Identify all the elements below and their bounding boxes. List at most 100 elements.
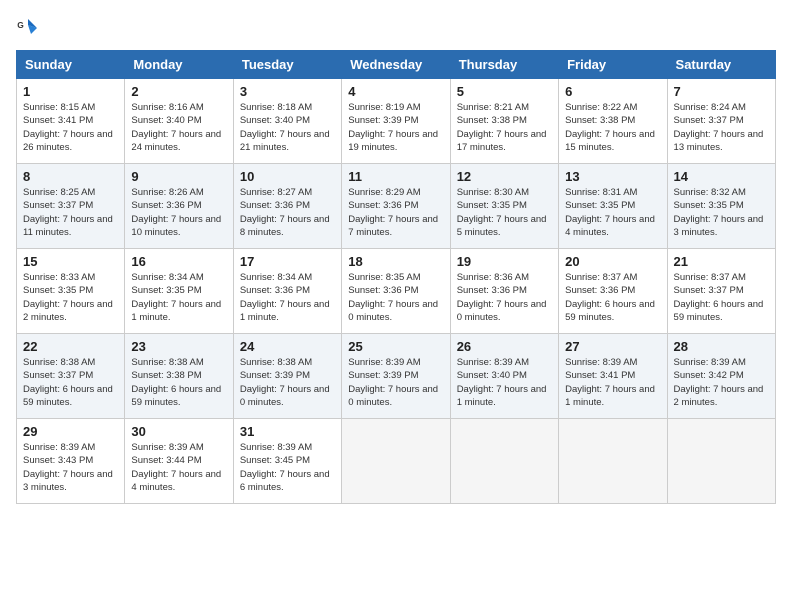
day-number: 17 [240, 254, 335, 269]
calendar-week-row: 8 Sunrise: 8:25 AM Sunset: 3:37 PM Dayli… [17, 164, 776, 249]
day-number: 27 [565, 339, 660, 354]
day-number: 24 [240, 339, 335, 354]
day-number: 14 [674, 169, 769, 184]
day-number: 28 [674, 339, 769, 354]
day-number: 1 [23, 84, 118, 99]
day-detail: Sunrise: 8:35 AM Sunset: 3:36 PM Dayligh… [348, 271, 443, 324]
day-number: 29 [23, 424, 118, 439]
day-detail: Sunrise: 8:27 AM Sunset: 3:36 PM Dayligh… [240, 186, 335, 239]
day-number: 12 [457, 169, 552, 184]
day-number: 22 [23, 339, 118, 354]
day-number: 31 [240, 424, 335, 439]
calendar-day-cell: 22 Sunrise: 8:38 AM Sunset: 3:37 PM Dayl… [17, 334, 125, 419]
calendar-day-cell: 26 Sunrise: 8:39 AM Sunset: 3:40 PM Dayl… [450, 334, 558, 419]
calendar-day-cell: 23 Sunrise: 8:38 AM Sunset: 3:38 PM Dayl… [125, 334, 233, 419]
day-detail: Sunrise: 8:38 AM Sunset: 3:37 PM Dayligh… [23, 356, 118, 409]
calendar-day-cell [342, 419, 450, 504]
calendar-day-cell: 11 Sunrise: 8:29 AM Sunset: 3:36 PM Dayl… [342, 164, 450, 249]
day-number: 25 [348, 339, 443, 354]
logo: G [16, 16, 44, 40]
day-detail: Sunrise: 8:31 AM Sunset: 3:35 PM Dayligh… [565, 186, 660, 239]
day-detail: Sunrise: 8:18 AM Sunset: 3:40 PM Dayligh… [240, 101, 335, 154]
calendar-day-cell: 18 Sunrise: 8:35 AM Sunset: 3:36 PM Dayl… [342, 249, 450, 334]
day-number: 5 [457, 84, 552, 99]
calendar-day-cell: 12 Sunrise: 8:30 AM Sunset: 3:35 PM Dayl… [450, 164, 558, 249]
calendar-day-cell: 5 Sunrise: 8:21 AM Sunset: 3:38 PM Dayli… [450, 79, 558, 164]
calendar-day-cell: 10 Sunrise: 8:27 AM Sunset: 3:36 PM Dayl… [233, 164, 341, 249]
day-detail: Sunrise: 8:19 AM Sunset: 3:39 PM Dayligh… [348, 101, 443, 154]
day-detail: Sunrise: 8:30 AM Sunset: 3:35 PM Dayligh… [457, 186, 552, 239]
calendar-day-cell: 27 Sunrise: 8:39 AM Sunset: 3:41 PM Dayl… [559, 334, 667, 419]
calendar-day-cell: 19 Sunrise: 8:36 AM Sunset: 3:36 PM Dayl… [450, 249, 558, 334]
weekday-header-friday: Friday [559, 51, 667, 79]
calendar-day-cell: 30 Sunrise: 8:39 AM Sunset: 3:44 PM Dayl… [125, 419, 233, 504]
calendar-day-cell [667, 419, 775, 504]
day-number: 9 [131, 169, 226, 184]
day-number: 2 [131, 84, 226, 99]
day-number: 19 [457, 254, 552, 269]
day-detail: Sunrise: 8:39 AM Sunset: 3:45 PM Dayligh… [240, 441, 335, 494]
calendar-day-cell [450, 419, 558, 504]
day-number: 21 [674, 254, 769, 269]
calendar-day-cell: 15 Sunrise: 8:33 AM Sunset: 3:35 PM Dayl… [17, 249, 125, 334]
day-number: 7 [674, 84, 769, 99]
logo-icon: G [16, 16, 40, 40]
day-number: 30 [131, 424, 226, 439]
weekday-header-saturday: Saturday [667, 51, 775, 79]
day-detail: Sunrise: 8:21 AM Sunset: 3:38 PM Dayligh… [457, 101, 552, 154]
day-detail: Sunrise: 8:39 AM Sunset: 3:44 PM Dayligh… [131, 441, 226, 494]
calendar-day-cell: 8 Sunrise: 8:25 AM Sunset: 3:37 PM Dayli… [17, 164, 125, 249]
day-detail: Sunrise: 8:36 AM Sunset: 3:36 PM Dayligh… [457, 271, 552, 324]
day-number: 20 [565, 254, 660, 269]
weekday-header-sunday: Sunday [17, 51, 125, 79]
calendar-day-cell: 21 Sunrise: 8:37 AM Sunset: 3:37 PM Dayl… [667, 249, 775, 334]
day-detail: Sunrise: 8:39 AM Sunset: 3:40 PM Dayligh… [457, 356, 552, 409]
day-number: 26 [457, 339, 552, 354]
calendar-day-cell [559, 419, 667, 504]
day-detail: Sunrise: 8:39 AM Sunset: 3:42 PM Dayligh… [674, 356, 769, 409]
calendar-week-row: 1 Sunrise: 8:15 AM Sunset: 3:41 PM Dayli… [17, 79, 776, 164]
day-number: 18 [348, 254, 443, 269]
calendar-day-cell: 28 Sunrise: 8:39 AM Sunset: 3:42 PM Dayl… [667, 334, 775, 419]
calendar-day-cell: 24 Sunrise: 8:38 AM Sunset: 3:39 PM Dayl… [233, 334, 341, 419]
day-detail: Sunrise: 8:25 AM Sunset: 3:37 PM Dayligh… [23, 186, 118, 239]
weekday-header-thursday: Thursday [450, 51, 558, 79]
day-detail: Sunrise: 8:22 AM Sunset: 3:38 PM Dayligh… [565, 101, 660, 154]
day-number: 11 [348, 169, 443, 184]
day-detail: Sunrise: 8:39 AM Sunset: 3:39 PM Dayligh… [348, 356, 443, 409]
calendar-table: SundayMondayTuesdayWednesdayThursdayFrid… [16, 50, 776, 504]
page-header: G [16, 16, 776, 40]
calendar-day-cell: 20 Sunrise: 8:37 AM Sunset: 3:36 PM Dayl… [559, 249, 667, 334]
day-detail: Sunrise: 8:39 AM Sunset: 3:43 PM Dayligh… [23, 441, 118, 494]
weekday-header-tuesday: Tuesday [233, 51, 341, 79]
svg-text:G: G [17, 20, 24, 30]
day-detail: Sunrise: 8:39 AM Sunset: 3:41 PM Dayligh… [565, 356, 660, 409]
day-number: 10 [240, 169, 335, 184]
calendar-day-cell: 14 Sunrise: 8:32 AM Sunset: 3:35 PM Dayl… [667, 164, 775, 249]
day-number: 15 [23, 254, 118, 269]
day-detail: Sunrise: 8:34 AM Sunset: 3:36 PM Dayligh… [240, 271, 335, 324]
calendar-day-cell: 4 Sunrise: 8:19 AM Sunset: 3:39 PM Dayli… [342, 79, 450, 164]
day-number: 6 [565, 84, 660, 99]
calendar-week-row: 29 Sunrise: 8:39 AM Sunset: 3:43 PM Dayl… [17, 419, 776, 504]
calendar-day-cell: 1 Sunrise: 8:15 AM Sunset: 3:41 PM Dayli… [17, 79, 125, 164]
calendar-day-cell: 13 Sunrise: 8:31 AM Sunset: 3:35 PM Dayl… [559, 164, 667, 249]
calendar-day-cell: 9 Sunrise: 8:26 AM Sunset: 3:36 PM Dayli… [125, 164, 233, 249]
calendar-day-cell: 29 Sunrise: 8:39 AM Sunset: 3:43 PM Dayl… [17, 419, 125, 504]
calendar-day-cell: 6 Sunrise: 8:22 AM Sunset: 3:38 PM Dayli… [559, 79, 667, 164]
day-detail: Sunrise: 8:26 AM Sunset: 3:36 PM Dayligh… [131, 186, 226, 239]
weekday-header-monday: Monday [125, 51, 233, 79]
calendar-week-row: 15 Sunrise: 8:33 AM Sunset: 3:35 PM Dayl… [17, 249, 776, 334]
day-detail: Sunrise: 8:37 AM Sunset: 3:37 PM Dayligh… [674, 271, 769, 324]
calendar-day-cell: 31 Sunrise: 8:39 AM Sunset: 3:45 PM Dayl… [233, 419, 341, 504]
day-detail: Sunrise: 8:24 AM Sunset: 3:37 PM Dayligh… [674, 101, 769, 154]
calendar-day-cell: 25 Sunrise: 8:39 AM Sunset: 3:39 PM Dayl… [342, 334, 450, 419]
day-detail: Sunrise: 8:34 AM Sunset: 3:35 PM Dayligh… [131, 271, 226, 324]
day-number: 13 [565, 169, 660, 184]
day-detail: Sunrise: 8:16 AM Sunset: 3:40 PM Dayligh… [131, 101, 226, 154]
day-detail: Sunrise: 8:38 AM Sunset: 3:39 PM Dayligh… [240, 356, 335, 409]
day-number: 3 [240, 84, 335, 99]
calendar-week-row: 22 Sunrise: 8:38 AM Sunset: 3:37 PM Dayl… [17, 334, 776, 419]
day-detail: Sunrise: 8:15 AM Sunset: 3:41 PM Dayligh… [23, 101, 118, 154]
day-detail: Sunrise: 8:38 AM Sunset: 3:38 PM Dayligh… [131, 356, 226, 409]
